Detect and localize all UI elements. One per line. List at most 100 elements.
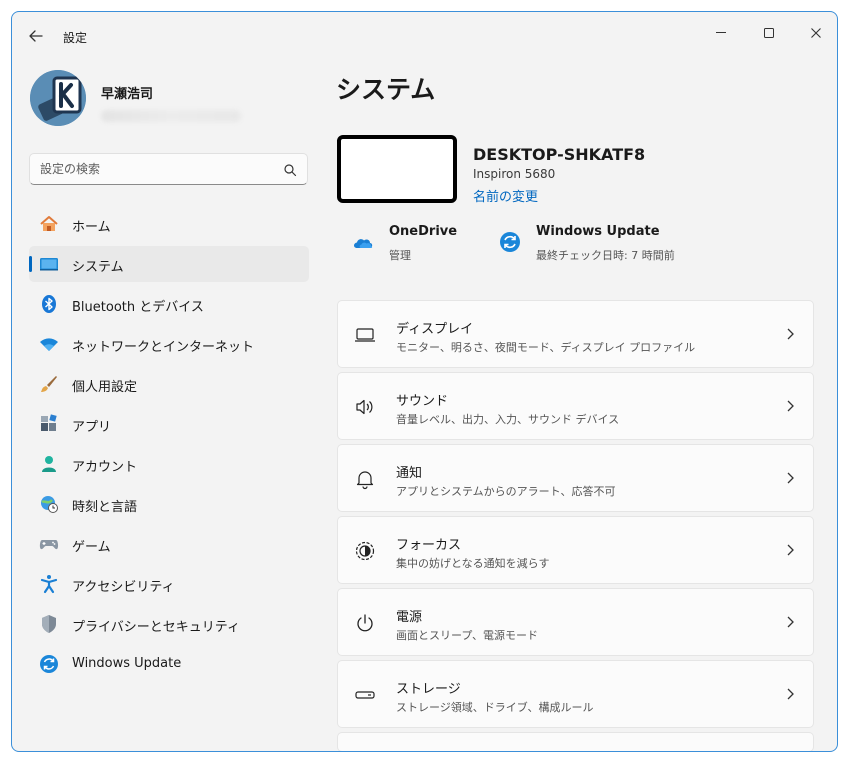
sidebar-item-label: アプリ (72, 420, 112, 435)
chevron-right-icon (787, 328, 794, 340)
search-icon[interactable] (283, 163, 297, 177)
settings-card-list: ディスプレイ モニター、明るさ、夜間モード、ディスプレイ プロファイル サウンド… (337, 300, 814, 751)
onedrive-quick-link[interactable]: OneDrive 管理 (352, 223, 482, 263)
minimize-icon (716, 32, 726, 33)
chevron-right-icon (787, 616, 794, 628)
user-name: 早瀬浩司 (101, 87, 154, 102)
card-power[interactable]: 電源 画面とスリープ、電源モード (337, 588, 814, 656)
sidebar-item-privacy[interactable]: プライバシーとセキュリティ (29, 606, 309, 642)
card-subtitle: アプリとシステムからのアラート、応答不可 (396, 485, 616, 498)
home-icon (39, 214, 59, 234)
card-subtitle: 音量レベル、出力、入力、サウンド デバイス (396, 413, 620, 426)
rename-link[interactable]: 名前の変更 (473, 186, 538, 205)
storage-icon (354, 684, 376, 706)
maximize-button[interactable] (752, 18, 786, 48)
window-title: 設定 (63, 31, 88, 45)
card-title: 電源 (396, 610, 423, 625)
device-name: DESKTOP-SHKATF8 (473, 145, 646, 164)
bluetooth-icon (39, 294, 59, 314)
settings-search[interactable] (29, 153, 308, 185)
card-focus[interactable]: フォーカス 集中の妨げとなる通知を減らす (337, 516, 814, 584)
card-subtitle: 画面とスリープ、電源モード (396, 629, 539, 642)
settings-window: 設定 早瀬浩司 設定の検索 ホーム システム Bluetooth とデバイス ネ… (11, 11, 838, 752)
avatar-image-icon (30, 70, 86, 126)
card-display[interactable]: ディスプレイ モニター、明るさ、夜間モード、ディスプレイ プロファイル (337, 300, 814, 368)
windows-update-icon (39, 654, 59, 674)
sidebar-item-bluetooth[interactable]: Bluetooth とデバイス (29, 286, 309, 322)
sidebar-item-gaming[interactable]: ゲーム (29, 526, 309, 562)
card-title: サウンド (396, 394, 449, 409)
card-title: 通知 (396, 466, 423, 481)
apps-icon (39, 414, 59, 434)
user-profile[interactable]: 早瀬浩司 (30, 70, 310, 130)
bell-icon (354, 468, 376, 490)
windows-update-subtitle: 最終チェック日時: 7 時間前 (536, 249, 675, 262)
card-title: ストレージ (396, 682, 461, 697)
windows-update-icon (500, 232, 520, 252)
card-subtitle: モニター、明るさ、夜間モード、ディスプレイ プロファイル (396, 341, 696, 354)
back-button[interactable] (24, 24, 48, 48)
arrow-left-icon (29, 30, 43, 42)
wifi-icon (39, 334, 59, 354)
sidebar-item-label: Windows Update (72, 656, 182, 671)
sidebar-item-system[interactable]: システム (29, 246, 309, 282)
sidebar-item-label: Bluetooth とデバイス (72, 300, 204, 315)
gamepad-icon (39, 534, 59, 554)
sidebar-item-label: ネットワークとインターネット (72, 340, 255, 355)
sidebar-item-label: アカウント (72, 460, 138, 475)
card-notifications[interactable]: 通知 アプリとシステムからのアラート、応答不可 (337, 444, 814, 512)
maximize-icon (764, 28, 774, 38)
sidebar-nav: ホーム システム Bluetooth とデバイス ネットワークとインターネット … (29, 206, 309, 686)
sidebar-item-windows-update[interactable]: Windows Update (29, 646, 309, 682)
user-email-redacted (101, 110, 241, 122)
sidebar-item-network[interactable]: ネットワークとインターネット (29, 326, 309, 362)
display-icon (354, 324, 376, 346)
page-title: システム (336, 75, 436, 104)
brush-icon (39, 374, 59, 394)
sidebar-item-time-language[interactable]: 時刻と言語 (29, 486, 309, 522)
sidebar-item-home[interactable]: ホーム (29, 206, 309, 242)
onedrive-cloud-icon (354, 239, 373, 248)
sidebar-item-label: プライバシーとセキュリティ (72, 620, 240, 635)
card-title: フォーカス (396, 538, 462, 553)
chevron-right-icon (787, 544, 794, 556)
sidebar-item-label: アクセシビリティ (72, 580, 175, 595)
sidebar-item-label: システム (72, 260, 124, 275)
title-bar: 設定 (12, 12, 837, 58)
speaker-icon (354, 396, 376, 418)
card-subtitle: 集中の妨げとなる通知を減らす (396, 557, 550, 570)
focus-icon (354, 540, 376, 562)
device-model: Inspiron 5680 (473, 167, 556, 181)
accessibility-icon (39, 574, 59, 594)
system-icon (39, 254, 59, 274)
power-icon (354, 612, 376, 634)
sidebar-item-label: ホーム (72, 220, 111, 235)
sidebar-item-label: 時刻と言語 (72, 500, 138, 515)
time-language-icon (39, 494, 59, 514)
chevron-right-icon (787, 400, 794, 412)
sidebar-item-label: 個人用設定 (72, 380, 138, 395)
card-next-partial[interactable] (337, 732, 814, 751)
sidebar-item-personalization[interactable]: 個人用設定 (29, 366, 309, 402)
onedrive-title: OneDrive (389, 224, 458, 239)
minimize-button[interactable] (704, 18, 738, 48)
avatar (30, 70, 86, 126)
search-input[interactable] (40, 160, 270, 178)
shield-icon (39, 614, 59, 634)
card-subtitle: ストレージ領域、ドライブ、構成ルール (396, 701, 594, 714)
account-icon (39, 454, 59, 474)
windows-update-quick-link[interactable]: Windows Update 最終チェック日時: 7 時間前 (499, 223, 699, 263)
chevron-right-icon (787, 472, 794, 484)
sidebar-item-apps[interactable]: アプリ (29, 406, 309, 442)
card-title: ディスプレイ (396, 322, 474, 337)
card-storage[interactable]: ストレージ ストレージ領域、ドライブ、構成ルール (337, 660, 814, 728)
card-sound[interactable]: サウンド 音量レベル、出力、入力、サウンド デバイス (337, 372, 814, 440)
onedrive-subtitle: 管理 (389, 249, 411, 262)
sidebar-item-accounts[interactable]: アカウント (29, 446, 309, 482)
close-button[interactable] (799, 18, 833, 48)
close-icon (811, 28, 821, 38)
sidebar-item-accessibility[interactable]: アクセシビリティ (29, 566, 309, 602)
chevron-right-icon (787, 688, 794, 700)
sidebar-item-label: ゲーム (72, 540, 111, 555)
windows-update-title: Windows Update (536, 224, 660, 239)
